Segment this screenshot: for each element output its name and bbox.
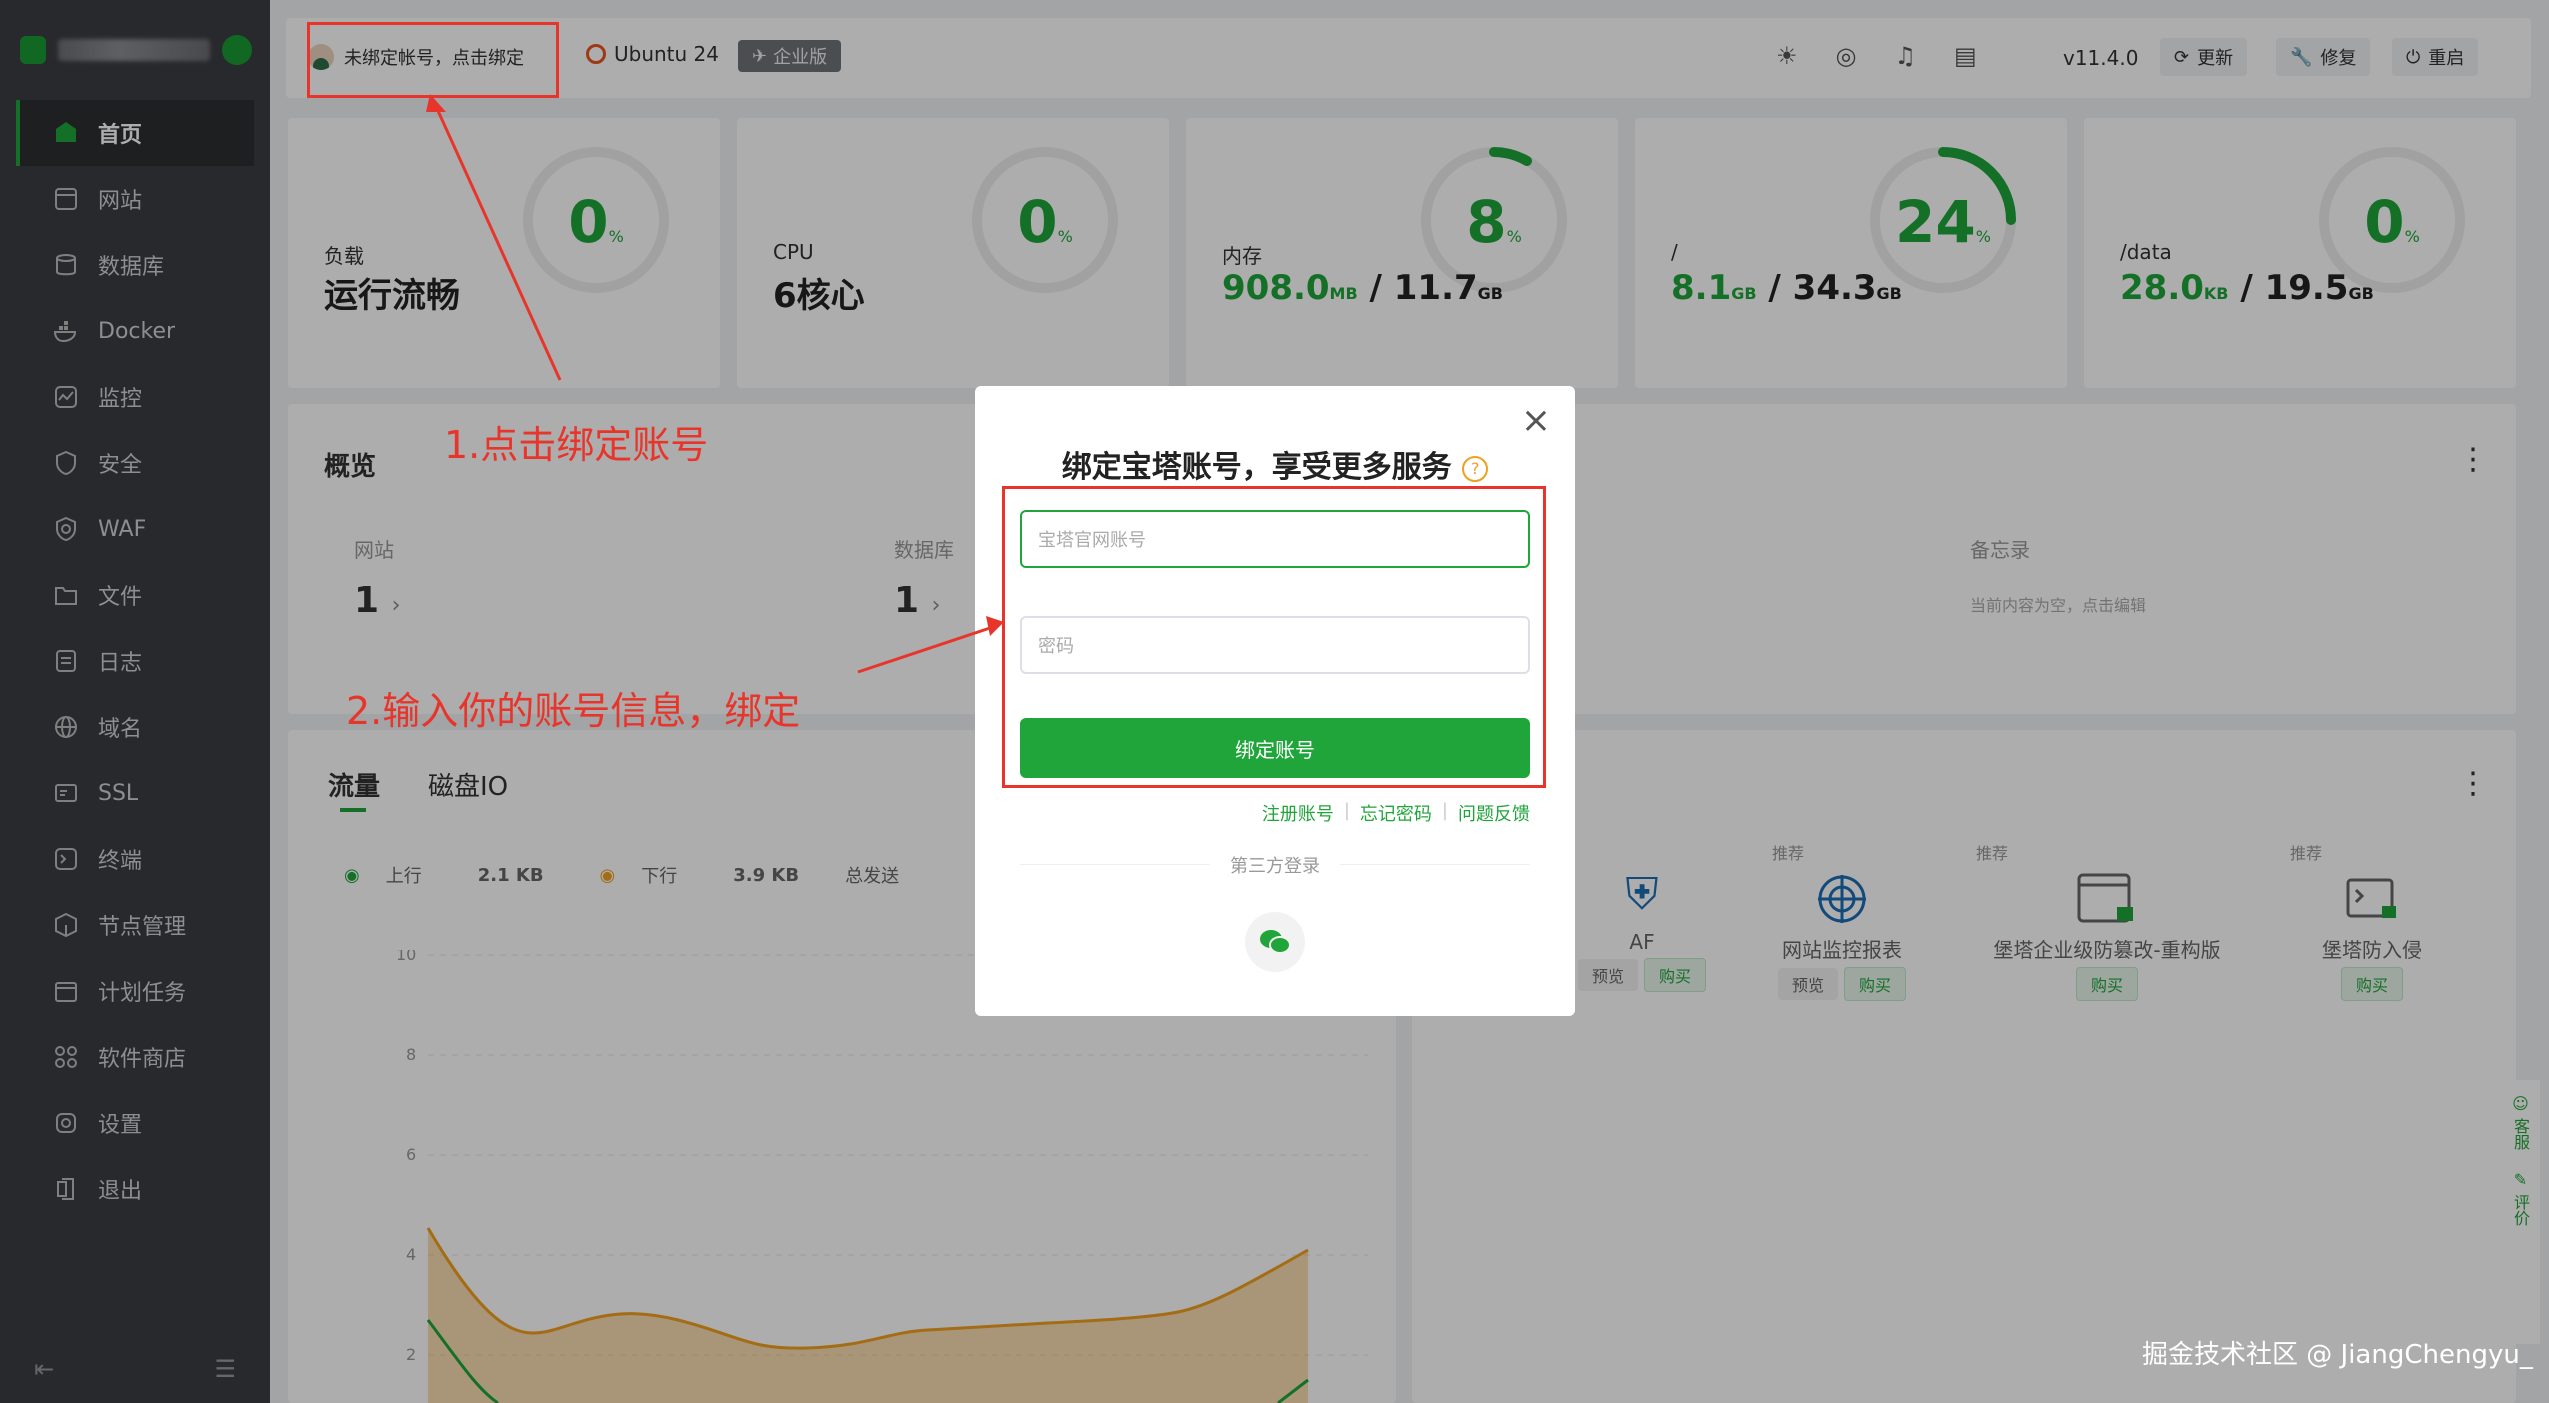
annotation-step2: 2.输入你的账号信息，绑定 xyxy=(346,689,801,733)
annotation-step1: 1.点击绑定账号 xyxy=(444,423,709,467)
watermark: 掘金技术社区 @ JiangChengyu_ xyxy=(2142,1340,2533,1370)
